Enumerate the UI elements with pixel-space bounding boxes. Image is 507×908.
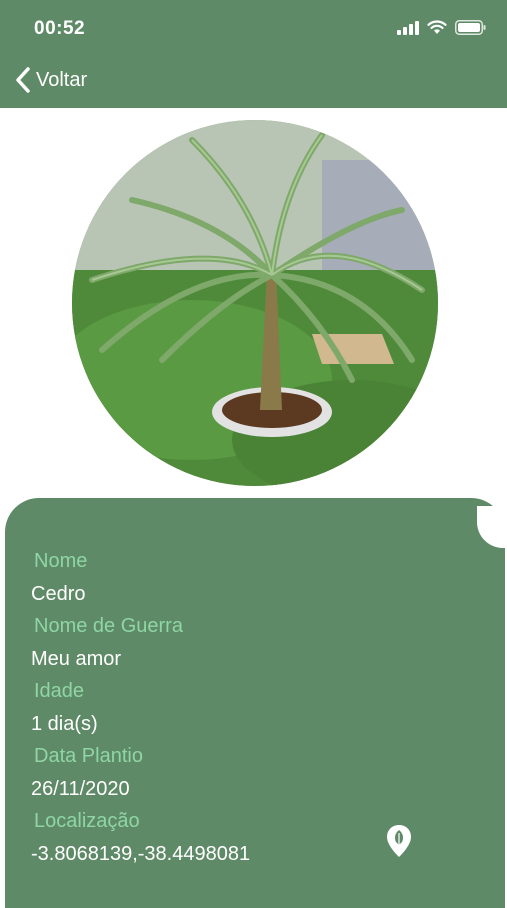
location-value: -3.8068139,-38.4498081: [31, 843, 251, 865]
back-button[interactable]: Voltar: [14, 66, 87, 94]
nickname-value: Meu amor: [31, 648, 122, 670]
back-label: Voltar: [36, 68, 88, 91]
planting-date-label: Data Plantio: [34, 745, 143, 767]
location-pin-button[interactable]: [386, 824, 412, 863]
status-time: 00:52: [34, 18, 86, 39]
chevron-left-icon: [16, 67, 30, 93]
age-value: 1 dia(s): [31, 713, 98, 735]
plant-photo: [72, 120, 438, 486]
cellular-signal-icon: [397, 20, 419, 35]
wifi-icon: [427, 20, 447, 34]
map-pin-icon: [387, 825, 411, 857]
nickname-label: Nome de Guerra: [34, 615, 183, 637]
age-label: Idade: [34, 680, 85, 702]
location-label: Localização: [34, 810, 140, 832]
name-value: Cedro: [31, 583, 86, 605]
battery-icon: [455, 20, 486, 35]
app-header: 00:52 Voltar: [0, 0, 507, 108]
name-label: Nome: [34, 550, 88, 572]
planting-date-value: 26/11/2020: [31, 778, 130, 800]
status-icons: [397, 20, 487, 35]
